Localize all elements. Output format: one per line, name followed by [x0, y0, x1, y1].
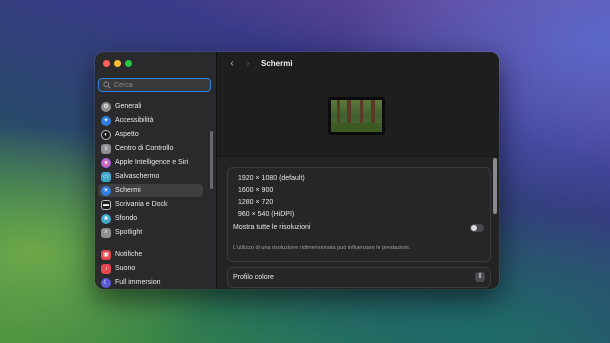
appearance-icon: ◐	[101, 129, 111, 140]
zoom-window-button[interactable]	[125, 60, 132, 67]
system-settings-window: ⚙ Generali ✦ Accessibilità ◐ Aspetto ≡ C…	[95, 52, 499, 289]
search-icon	[103, 81, 111, 89]
sidebar-item-label: Accessibilità	[115, 117, 154, 124]
spotlight-icon: ⌕	[101, 227, 111, 238]
content-scrollbar[interactable]	[493, 158, 497, 214]
accessibility-icon: ✦	[101, 115, 111, 126]
display-preview[interactable]	[328, 97, 385, 135]
sidebar-item-label: Full immersion	[115, 279, 161, 286]
sidebar-item-label: Generali	[115, 103, 142, 110]
toggle-knob	[471, 225, 477, 231]
sidebar-item-scrivania-e-dock[interactable]: ▬ Scrivania e Dock	[98, 198, 203, 211]
sidebar: ⚙ Generali ✦ Accessibilità ◐ Aspetto ≡ C…	[95, 52, 217, 289]
sidebar-item-label: Spotlight	[115, 229, 143, 236]
close-window-button[interactable]	[103, 60, 110, 67]
resolution-option[interactable]: 960 × 540 (HiDPI)	[238, 211, 294, 218]
sidebar-item-spotlight[interactable]: ⌕ Spotlight	[98, 226, 203, 239]
displays-icon: ☀	[101, 185, 111, 196]
sidebar-item-label: Schermi	[115, 187, 141, 194]
sidebar-item-salvaschermo[interactable]: ▭ Salvaschermo	[98, 170, 203, 183]
siri-icon: ●	[101, 157, 111, 168]
sidebar-item-label: Suono	[115, 265, 136, 272]
sidebar-item-label: Scrivania e Dock	[115, 201, 168, 208]
resolution-option[interactable]: 1600 × 900	[238, 187, 273, 194]
forward-button[interactable]: ›	[243, 59, 253, 69]
sidebar-item-schermi[interactable]: ☀ Schermi	[98, 184, 203, 197]
sidebar-item-label: Salvaschermo	[115, 173, 160, 180]
chevron-up-down-icon[interactable]: ⇕	[475, 272, 485, 282]
resolution-card: 1920 × 1080 (default) 1600 × 900 1280 × …	[227, 167, 491, 262]
back-button[interactable]: ‹	[227, 59, 237, 69]
sidebar-item-notifiche[interactable]: ▣ Notifiche	[98, 248, 203, 261]
content-pane: ‹ › Schermi 1920 × 1080 (default) 1600 ×…	[217, 52, 499, 289]
chevron-right-icon: ›	[246, 58, 250, 69]
notifications-icon: ▣	[101, 249, 111, 260]
sidebar-item-suono[interactable]: ♪ Suono	[98, 262, 203, 275]
color-profile-row[interactable]: Profilo colore ⇕	[227, 267, 491, 288]
display-wallpaper-thumbnail	[331, 100, 382, 132]
sidebar-item-accessibilita[interactable]: ✦ Accessibilità	[98, 114, 203, 127]
sidebar-item-aspetto[interactable]: ◐ Aspetto	[98, 128, 203, 141]
resolution-option[interactable]: 1920 × 1080 (default)	[238, 175, 305, 182]
sidebar-item-label: Apple Intelligence e Siri	[115, 159, 189, 166]
sidebar-scrollbar[interactable]	[210, 131, 213, 189]
search-input[interactable]	[114, 81, 204, 89]
sidebar-item-centro-di-controllo[interactable]: ≡ Centro di Controllo	[98, 142, 203, 155]
settings-panel: 1920 × 1080 (default) 1600 × 900 1280 × …	[217, 156, 499, 289]
sidebar-item-apple-intelligence-e-siri[interactable]: ● Apple Intelligence e Siri	[98, 156, 203, 169]
search-field[interactable]	[98, 78, 211, 92]
sidebar-item-full-immersion[interactable]: ☾ Full immersion	[98, 276, 203, 289]
sidebar-item-label: Notifiche	[115, 251, 143, 258]
control-center-icon: ≡	[101, 143, 111, 154]
sidebar-item-label: Aspetto	[115, 131, 139, 138]
minimize-window-button[interactable]	[114, 60, 121, 67]
focus-icon: ☾	[101, 277, 111, 288]
chevron-left-icon: ‹	[230, 58, 234, 69]
show-all-resolutions-toggle[interactable]	[470, 224, 484, 232]
sidebar-item-sfondo[interactable]: ❀ Sfondo	[98, 212, 203, 225]
page-title: Schermi	[261, 59, 293, 68]
sidebar-item-generali[interactable]: ⚙ Generali	[98, 100, 203, 113]
sound-icon: ♪	[101, 263, 111, 274]
sidebar-item-label: Centro di Controllo	[115, 145, 174, 152]
gear-icon: ⚙	[101, 101, 111, 112]
dock-icon: ▬	[101, 199, 111, 210]
sidebar-item-label: Sfondo	[115, 215, 138, 222]
screensaver-icon: ▭	[101, 171, 111, 182]
show-all-resolutions-label: Mostra tutte le risoluzioni	[233, 224, 311, 231]
resolution-option[interactable]: 1280 × 720	[238, 199, 273, 206]
wallpaper-icon: ❀	[101, 213, 111, 224]
color-profile-label: Profilo colore	[233, 274, 274, 281]
resolution-note: L'utilizzo di una risoluzione ridimensio…	[233, 245, 411, 251]
